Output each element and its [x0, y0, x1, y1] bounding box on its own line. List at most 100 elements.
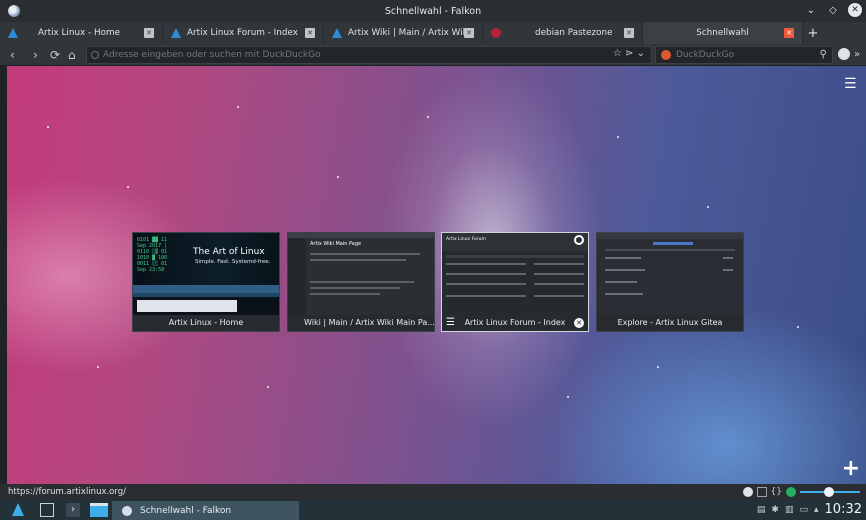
tab-close-icon[interactable]: ✕ — [624, 28, 634, 38]
tab-artix-forum[interactable]: Artix Linux Forum - Index ✕ — [163, 22, 324, 44]
network-status-icon[interactable] — [786, 487, 796, 497]
search-bar[interactable]: ⚲ — [655, 46, 833, 64]
home-icon[interactable]: ⌂ — [68, 47, 76, 63]
search-icon[interactable]: ⚲ — [820, 49, 827, 60]
status-icons: {} — [742, 487, 860, 497]
window-title: Schnellwahl - Falkon — [384, 5, 482, 17]
speed-dial-page: ☰ 0101 ▓▓ 11 Sep 2017 │ 0110 ░▒ 01 1010 ▓ 1… — [7, 66, 866, 484]
preview-terminal-art: 0101 ▓▓ 11 Sep 2017 │ 0110 ░▒ 01 1010 ▓ 100… — [133, 233, 279, 285]
artix-icon — [8, 28, 18, 38]
speed-dial-tile-artix-home[interactable]: 0101 ▓▓ 11 Sep 2017 │ 0110 ░▒ 01 1010 ▓ 100… — [132, 232, 280, 332]
preview-text-line — [310, 259, 406, 261]
taskbar: › Schnellwahl - Falkon ▤ ✱ ▥ ▭ ▴ 10:32 — [0, 500, 866, 520]
speed-dial-tile-artix-wiki[interactable]: Artix Wiki Main Page Wiki | Main / Artix… — [287, 232, 435, 332]
tab-artix-wiki[interactable]: Artix Wiki | Main / Artix Wik... ✕ — [324, 22, 483, 44]
star-decoration — [237, 106, 239, 108]
terminal-launcher-icon[interactable]: › — [66, 503, 80, 517]
artix-icon — [332, 28, 342, 38]
bluetooth-icon[interactable]: ✱ — [771, 505, 779, 515]
preview-heading: Artix Linux Forum — [446, 237, 486, 242]
speed-dial-tile-artix-forum[interactable]: Artix Linux Forum Artix Linux Forum - In… — [441, 232, 589, 332]
preview-header — [597, 233, 743, 239]
back-icon[interactable]: ‹ — [10, 47, 15, 63]
tray-expand-icon[interactable]: ▴ — [814, 505, 819, 515]
preview-banner — [133, 285, 279, 293]
star-decoration — [267, 386, 269, 388]
task-label: Schnellwahl - Falkon — [140, 505, 232, 516]
preview-row — [605, 293, 643, 295]
tile-edit-menu-icon[interactable]: ☰ — [446, 317, 455, 329]
address-bar[interactable]: ☆ ⋗ ⌄ — [86, 46, 652, 64]
search-input[interactable] — [676, 47, 806, 63]
site-info-icon[interactable] — [91, 51, 99, 59]
preview-row — [605, 257, 641, 259]
status-bar: https://forum.artixlinux.org/ {} — [0, 484, 866, 500]
preview-hero-subtitle: Simple. Fast. Systemd-free. — [195, 259, 271, 265]
preview-row — [446, 283, 526, 285]
minimize-chevron-icon[interactable]: ⌄ — [804, 3, 818, 17]
image-toggle-icon[interactable] — [756, 487, 767, 497]
status-hover-url: https://forum.artixlinux.org/ — [8, 487, 126, 497]
adblock-icon[interactable] — [838, 48, 850, 60]
display-icon[interactable]: ▭ — [799, 505, 808, 515]
speed-dial-tile-artix-gitea[interactable]: Explore - Artix Linux Gitea — [596, 232, 744, 332]
tab-close-icon[interactable]: ✕ — [305, 28, 315, 38]
window-controls: ⌄ ◇ ✕ — [804, 3, 862, 17]
clock[interactable]: 10:32 — [825, 502, 862, 518]
preview-sidebar — [288, 238, 306, 315]
tab-schnellwahl[interactable]: Schnellwahl ✕ — [643, 22, 803, 44]
preview-row — [446, 273, 526, 275]
new-tab-button[interactable]: + — [803, 22, 823, 44]
preview-row — [446, 263, 526, 265]
navigation-toolbar: ‹ › ⟳ ⌂ ☆ ⋗ ⌄ ⚲ » — [0, 44, 866, 66]
maximize-diamond-icon[interactable]: ◇ — [826, 3, 840, 17]
speed-dial-menu-icon[interactable]: ☰ — [844, 76, 858, 92]
more-chevron-icon[interactable]: » — [854, 47, 860, 63]
application-launcher-icon[interactable] — [12, 503, 24, 516]
close-window-icon[interactable]: ✕ — [848, 3, 862, 17]
tile-title: Wiki | Main / Artix Wiki Main Pa... — [288, 315, 434, 331]
privacy-icon[interactable] — [742, 487, 753, 497]
system-tray: ▤ ✱ ▥ ▭ ▴ 10:32 — [757, 502, 862, 518]
url-input[interactable] — [103, 47, 623, 63]
star-decoration — [707, 206, 709, 208]
bookmark-star-icon[interactable]: ☆ ⋗ ⌄ — [613, 48, 645, 59]
tab-close-icon[interactable]: ✕ — [144, 28, 154, 38]
file-manager-icon[interactable] — [90, 503, 108, 517]
taskbar-task-falkon[interactable]: Schnellwahl - Falkon — [112, 501, 299, 520]
star-decoration — [127, 186, 129, 188]
tab-label: Artix Wiki | Main / Artix Wik... — [348, 28, 472, 38]
tab-close-icon[interactable]: ✕ — [784, 28, 794, 38]
preview-row — [605, 281, 637, 283]
zoom-slider-handle[interactable] — [824, 487, 834, 497]
tile-title: Artix Linux Forum - Index — [442, 315, 588, 331]
tab-label: debian Pastezone — [535, 28, 613, 38]
preview-header — [442, 233, 588, 251]
tab-debian-pastezone[interactable]: debian Pastezone ✕ — [483, 22, 643, 44]
add-speed-dial-icon[interactable]: + — [842, 458, 860, 480]
reload-icon[interactable]: ⟳ — [50, 47, 60, 63]
star-decoration — [337, 176, 339, 178]
tab-close-icon[interactable]: ✕ — [464, 28, 474, 38]
javascript-icon[interactable]: {} — [771, 487, 782, 497]
falkon-app-icon[interactable] — [8, 5, 20, 17]
tile-preview — [597, 233, 743, 315]
preview-text-line — [310, 287, 400, 289]
tile-remove-icon[interactable]: ✕ — [574, 318, 584, 328]
tab-bar: Artix Linux - Home ✕ Artix Linux Forum -… — [0, 22, 866, 44]
star-decoration — [617, 136, 619, 138]
preview-row — [534, 283, 584, 285]
preview-tabs — [653, 242, 693, 245]
forward-icon[interactable]: › — [33, 47, 38, 63]
duckduckgo-icon[interactable] — [661, 50, 671, 60]
storage-icon[interactable]: ▥ — [785, 505, 794, 515]
zoom-slider[interactable] — [800, 487, 860, 497]
clipboard-icon[interactable]: ▤ — [757, 505, 766, 515]
desktop-pager-icon[interactable] — [40, 503, 54, 517]
tab-label: Artix Linux Forum - Index — [187, 28, 298, 38]
debian-icon — [491, 28, 501, 38]
preview-logo — [574, 235, 584, 245]
tab-artix-home[interactable]: Artix Linux - Home ✕ — [0, 22, 163, 44]
star-decoration — [657, 366, 659, 368]
star-decoration — [427, 116, 429, 118]
